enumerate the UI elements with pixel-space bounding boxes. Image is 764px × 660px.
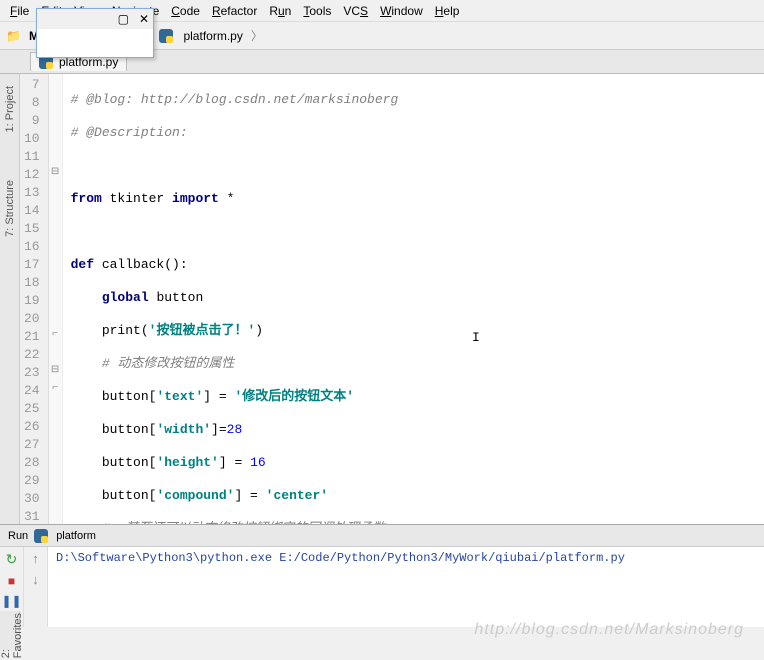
menu-code[interactable]: Code bbox=[165, 4, 206, 18]
run-header[interactable]: Run platform bbox=[0, 525, 764, 547]
arrow-down-icon[interactable]: ↓ bbox=[32, 572, 39, 587]
text-cursor-icon: I bbox=[472, 330, 480, 345]
pause-icon[interactable]: ❚❚ bbox=[1, 594, 21, 608]
tool-project[interactable]: 1: Project bbox=[4, 82, 16, 136]
python-icon bbox=[159, 29, 173, 43]
menu-vcs[interactable]: VCS bbox=[337, 4, 374, 18]
menu-help[interactable]: Help bbox=[429, 4, 466, 18]
line-gutter: 7891011 1213141516 1718192021 2223242526… bbox=[20, 74, 49, 524]
floating-window[interactable]: ▢ ✕ bbox=[36, 8, 154, 58]
python-icon bbox=[34, 529, 48, 543]
floating-titlebar: ▢ ✕ bbox=[37, 9, 153, 29]
left-tool-strip: 1: Project 7: Structure bbox=[0, 74, 20, 524]
fold-gutter: ⊟ ⌐ ⊟⌐ bbox=[49, 74, 63, 524]
close-icon[interactable]: ✕ bbox=[139, 12, 149, 26]
tool-structure[interactable]: 7: Structure bbox=[4, 176, 16, 241]
menu-refactor[interactable]: Refactor bbox=[206, 4, 263, 18]
rerun-icon[interactable]: ↻ bbox=[6, 551, 18, 568]
tool-favorites[interactable]: 2: Favorites bbox=[0, 611, 24, 660]
run-label: Run bbox=[8, 530, 28, 542]
folder-icon: 📁 bbox=[6, 29, 21, 43]
minimize-icon[interactable]: ▢ bbox=[118, 12, 129, 26]
stop-icon[interactable]: ■ bbox=[8, 574, 15, 588]
menu-window[interactable]: Window bbox=[374, 4, 429, 18]
bottom-tool-strip: 2: Favorites bbox=[0, 611, 20, 651]
code-area[interactable]: # @blog: http://blog.csdn.net/marksinobe… bbox=[63, 74, 555, 524]
code-editor[interactable]: 7891011 1213141516 1718192021 2223242526… bbox=[20, 74, 764, 524]
run-config-name: platform bbox=[56, 530, 96, 542]
chevron-right-icon: 〉 bbox=[251, 27, 263, 44]
fold-icon[interactable]: ⊟ bbox=[49, 164, 62, 182]
menu-run[interactable]: Run bbox=[263, 4, 297, 18]
run-output[interactable]: D:\Software\Python3\python.exe E:/Code/P… bbox=[48, 547, 764, 627]
run-toolbar-nav: ↑ ↓ bbox=[24, 547, 48, 627]
fold-icon[interactable]: ⊟ bbox=[49, 362, 62, 380]
run-panel: Run platform ↻ ■ ❚❚ ↑ ↓ D:\Software\Pyth… bbox=[0, 524, 764, 627]
breadcrumb-file[interactable]: platform.py bbox=[179, 29, 246, 43]
menu-file[interactable]: FFileile bbox=[4, 4, 35, 18]
menu-tools[interactable]: Tools bbox=[297, 4, 337, 18]
arrow-up-icon[interactable]: ↑ bbox=[32, 551, 39, 566]
